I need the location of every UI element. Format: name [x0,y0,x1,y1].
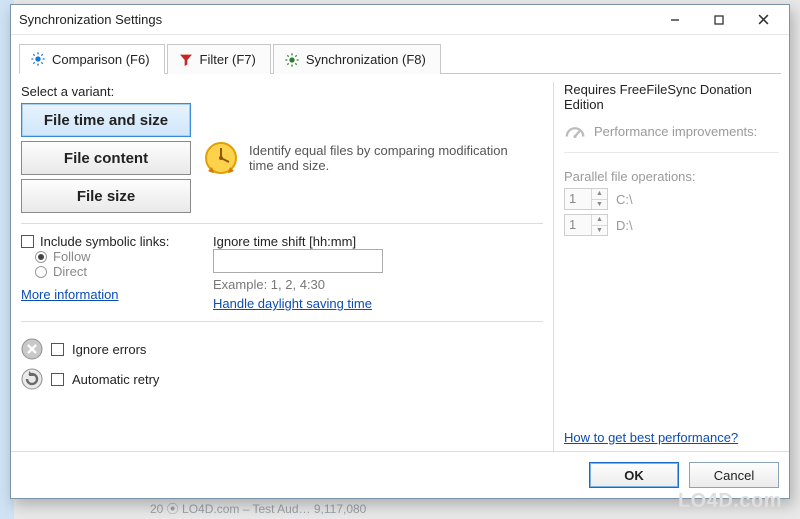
window-title: Synchronization Settings [19,12,653,27]
dialog-footer: OK Cancel [11,451,789,498]
symlinks-direct-radio[interactable] [35,266,47,278]
time-shift-label: Ignore time shift [hh:mm] [213,234,383,249]
cancel-button[interactable]: Cancel [689,462,779,488]
tab-comparison[interactable]: Comparison (F6) [19,44,165,74]
variant-description-text: Identify equal files by comparing modifi… [249,143,533,173]
variant-time-and-size-button[interactable]: File time and size [21,103,191,137]
more-information-link[interactable]: More information [21,287,119,302]
parallel-path: D:\ [616,218,633,233]
ignore-errors-checkbox[interactable] [51,343,64,356]
parallel-spinner[interactable]: 1 ▲▼ [564,188,608,210]
tab-label: Synchronization (F8) [306,52,426,67]
minimize-button[interactable] [653,6,697,34]
parallel-row: 1 ▲▼ D:\ [564,214,779,236]
tab-label: Comparison (F6) [52,52,150,67]
dst-link[interactable]: Handle daylight saving time [213,296,372,311]
error-x-icon [21,338,43,360]
left-pane: Select a variant: File time and size Fil… [21,82,543,451]
symlinks-follow-label: Follow [53,249,91,264]
spinner-value: 1 [565,215,591,235]
time-shift-input[interactable] [213,249,383,273]
parallel-spinner[interactable]: 1 ▲▼ [564,214,608,236]
performance-improvements-label: Performance improvements: [594,124,757,139]
parallel-path: C:\ [616,192,633,207]
gear-icon [30,51,46,67]
spinner-value: 1 [565,189,591,209]
funnel-icon [178,52,194,68]
chevron-down-icon[interactable]: ▼ [591,199,607,210]
donation-required-label: Requires FreeFileSync Donation Edition [564,82,779,112]
variant-description: Identify equal files by comparing modifi… [203,140,533,176]
variant-file-content-button[interactable]: File content [21,141,191,175]
chevron-down-icon[interactable]: ▼ [591,225,607,236]
parallel-row: 1 ▲▼ C:\ [564,188,779,210]
chevron-up-icon[interactable]: ▲ [591,215,607,225]
tab-label: Filter (F7) [200,52,256,67]
titlebar: Synchronization Settings [11,5,789,35]
tab-synchronization[interactable]: Synchronization (F8) [273,44,441,74]
time-shift-example: Example: 1, 2, 4:30 [213,277,383,292]
chevron-up-icon[interactable]: ▲ [591,189,607,199]
clock-icon [203,140,239,176]
tab-filter[interactable]: Filter (F7) [167,44,271,74]
automatic-retry-label: Automatic retry [72,372,159,387]
symlinks-follow-radio[interactable] [35,251,47,263]
ok-button[interactable]: OK [589,462,679,488]
automatic-retry-checkbox[interactable] [51,373,64,386]
include-symlinks-label: Include symbolic links: [40,234,169,249]
dialog-window: Synchronization Settings Comparison (F6) [10,4,790,499]
tab-bar: Comparison (F6) Filter (F7) Synchronizat… [19,43,781,74]
ignore-errors-label: Ignore errors [72,342,146,357]
best-performance-link[interactable]: How to get best performance? [564,430,779,445]
close-button[interactable] [741,6,785,34]
include-symlinks-checkbox[interactable] [21,235,34,248]
symlinks-group: Include symbolic links: Follow Direct Mo… [21,234,201,311]
retry-icon [21,368,43,390]
parallel-file-ops-label: Parallel file operations: [564,169,779,184]
symlinks-direct-label: Direct [53,264,87,279]
background-noise-text: 20 ⦿ LO4D.com – Test Aud… 9,117,080 [150,500,366,517]
variant-file-size-button[interactable]: File size [21,179,191,213]
select-variant-label: Select a variant: [21,84,543,99]
maximize-button[interactable] [697,6,741,34]
gear-icon [284,52,300,68]
gauge-icon [564,120,586,142]
right-pane: Requires FreeFileSync Donation Edition P… [553,82,779,451]
time-shift-group: Ignore time shift [hh:mm] Example: 1, 2,… [213,234,383,311]
